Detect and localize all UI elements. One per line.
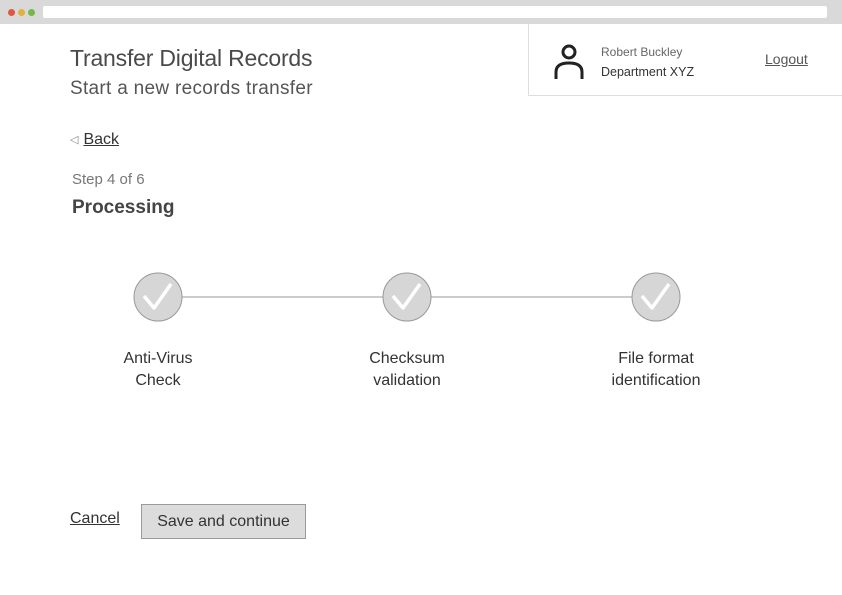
step-caption-line: Checksum (369, 350, 445, 367)
back-arrow-icon: ◁ (70, 134, 79, 146)
address-bar[interactable] (43, 6, 827, 18)
logout-link[interactable]: Logout (765, 51, 808, 67)
window-minimize-dot[interactable] (18, 9, 25, 16)
user-name: Robert Buckley (601, 45, 683, 59)
cancel-link[interactable]: Cancel (70, 510, 120, 528)
window-close-dot[interactable] (8, 9, 15, 16)
user-panel: Robert Buckley Department XYZ Logout (528, 24, 842, 96)
page-subtitle: Start a new records transfer (70, 78, 313, 99)
page-title: Transfer Digital Records (70, 45, 313, 71)
step-complete-icon (133, 272, 183, 322)
step-caption-line: Anti-Virus (123, 350, 193, 367)
user-icon (554, 44, 584, 79)
step-title: Processing (72, 197, 175, 218)
step-caption-line: Check (135, 372, 181, 389)
step-complete-icon (382, 272, 432, 322)
step-caption-line: File format (618, 350, 694, 367)
back-link[interactable]: ◁ Back (70, 131, 119, 149)
user-department: Department XYZ (601, 65, 695, 79)
step-caption-line: identification (611, 372, 701, 389)
save-and-continue-button[interactable]: Save and continue (141, 504, 306, 539)
back-link-label: Back (83, 131, 120, 148)
step-complete-icon (631, 272, 681, 322)
window-maximize-dot[interactable] (28, 9, 35, 16)
step-caption-line: validation (373, 372, 441, 389)
step-counter: Step 4 of 6 (72, 171, 145, 188)
step-caption-checksum: Checksum validation (337, 348, 477, 392)
step-caption-file-format: File format identification (586, 348, 726, 392)
step-caption-antivirus: Anti-Virus Check (88, 348, 228, 392)
browser-chrome (0, 0, 842, 24)
